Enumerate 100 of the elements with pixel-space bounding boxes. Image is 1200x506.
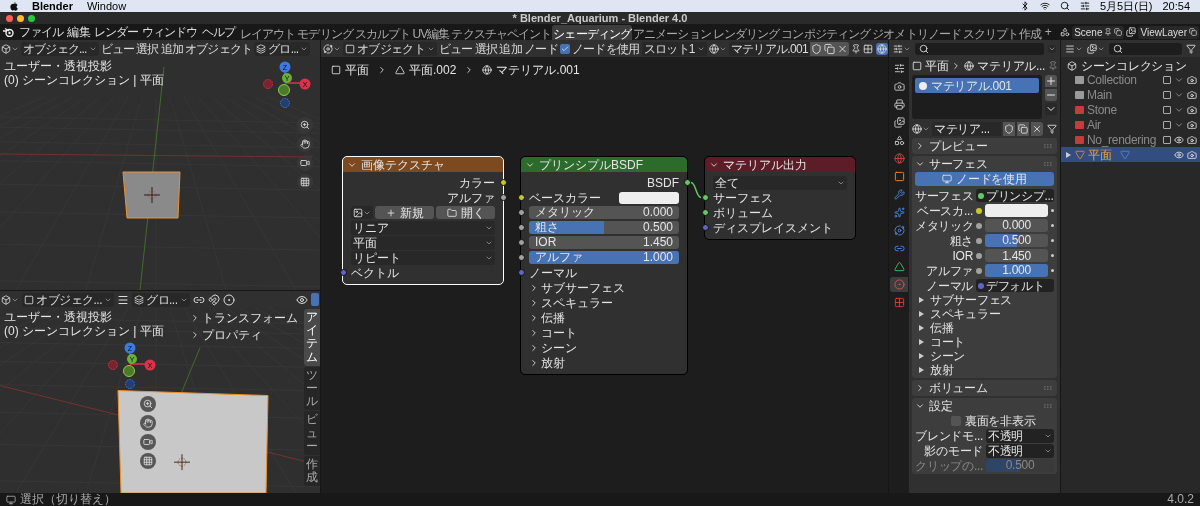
dropdown[interactable]: グロ...: [254, 41, 311, 56]
camera-icon[interactable]: [1187, 134, 1197, 145]
menu-item[interactable]: ウィンドウ: [140, 23, 200, 41]
material-browse-button[interactable]: [912, 123, 930, 134]
number-field[interactable]: IOR 1.450: [529, 236, 679, 249]
dropdown[interactable]: オブジェク...: [22, 292, 114, 307]
use-nodes-checkbox[interactable]: ノードを使用: [559, 39, 640, 58]
negative-z-handle[interactable]: [280, 98, 290, 108]
checkbox[interactable]: [1163, 75, 1171, 84]
proportional-icon[interactable]: [222, 293, 235, 306]
sidebar-tab[interactable]: ビュー: [304, 411, 320, 455]
image-browse-button[interactable]: [351, 206, 373, 219]
menubar-time[interactable]: 20:54: [1162, 0, 1190, 12]
menu-item[interactable]: ノード: [523, 39, 558, 58]
dropdown[interactable]: リニア: [351, 220, 495, 235]
view-layer-field[interactable]: ViewLayer: [1138, 25, 1199, 39]
chevron-down-icon[interactable]: [1045, 103, 1057, 115]
sidebar-toggle[interactable]: [311, 293, 319, 306]
negative-y-handle[interactable]: [278, 84, 290, 96]
dropdown[interactable]: 不透明: [986, 443, 1054, 458]
outliner-row[interactable]: Collection: [1061, 72, 1200, 87]
open-button[interactable]: 開く: [436, 206, 495, 219]
copy-icon[interactable]: [1114, 28, 1123, 36]
sidebar-panel-header[interactable]: トランスフォーム: [190, 310, 302, 325]
pin-icon[interactable]: [1104, 28, 1113, 36]
copy-icon[interactable]: [1017, 121, 1029, 136]
search-icon[interactable]: [1059, 1, 1070, 11]
color-swatch[interactable]: [619, 191, 679, 204]
panel-header[interactable]: 設定: [915, 398, 1054, 413]
menubar-date[interactable]: 5月5日(日): [1099, 0, 1153, 12]
outliner-row[interactable]: Air: [1061, 117, 1200, 132]
menu-item[interactable]: レンダー: [91, 23, 140, 41]
control-center-icon[interactable]: [1079, 1, 1090, 11]
link-field[interactable]: プリンシプ...: [976, 189, 1054, 202]
display-mode-button[interactable]: [1087, 43, 1105, 54]
menu-item[interactable]: オブジェクト: [185, 39, 253, 58]
number-field[interactable]: 1.450: [985, 249, 1048, 262]
dropdown[interactable]: 不透明: [986, 428, 1054, 443]
negative-z-handle[interactable]: [125, 379, 135, 389]
sidebar-tab[interactable]: ツール: [304, 366, 320, 411]
outliner-row[interactable]: Stone: [1061, 102, 1200, 117]
wifi-icon[interactable]: [1039, 1, 1050, 11]
close-icon[interactable]: [1031, 121, 1043, 136]
menu-item[interactable]: ビュー: [100, 39, 135, 58]
value-slider[interactable]: アルファ 1.000: [529, 251, 679, 264]
dropdown[interactable]: グロ...: [132, 292, 190, 307]
editor-type-button[interactable]: [323, 43, 341, 54]
checkbox[interactable]: [1163, 105, 1171, 114]
outliner-item[interactable]: シーンコレクション: [1081, 56, 1187, 75]
sidebar-panel-header[interactable]: プロパティ: [190, 327, 302, 342]
subpanel-toggle[interactable]: サブサーフェス: [915, 293, 1054, 307]
camera-icon[interactable]: [1187, 119, 1197, 130]
new-button[interactable]: 新規: [375, 206, 434, 219]
menu-item[interactable]: ヘルプ: [199, 23, 237, 41]
workspace-tab[interactable]: スカルプト: [353, 24, 412, 40]
workspace-tab[interactable]: アニメーション: [632, 24, 712, 40]
breadcrumb-item[interactable]: 平面: [331, 61, 369, 79]
material-name-field[interactable]: マテリア...: [932, 121, 1001, 136]
workspace-tab[interactable]: モデリング: [296, 24, 354, 40]
eye-icon[interactable]: [1174, 134, 1184, 145]
close-window-button[interactable]: [6, 14, 13, 22]
app-menu[interactable]: Blender: [32, 0, 73, 12]
menu-icon[interactable]: [117, 293, 129, 306]
shader-node[interactable]: マテリアル出力 全て サーフェス ボリューム ディスプレイスメント: [705, 157, 855, 239]
visibility-icon[interactable]: [296, 293, 308, 306]
panel-header[interactable]: サーフェス: [915, 156, 1054, 171]
subpanel-toggle[interactable]: コート: [915, 335, 1054, 349]
workspace-tab[interactable]: テクスチャペイント: [450, 24, 553, 40]
shield-icon[interactable]: [1003, 121, 1015, 136]
workspace-tab[interactable]: ジオメトリノード: [871, 24, 962, 40]
blender-logo-icon[interactable]: [3, 27, 14, 37]
dropdown[interactable]: 平面: [351, 235, 495, 250]
apple-logo-icon[interactable]: [10, 1, 18, 11]
scene-icon[interactable]: [1060, 27, 1071, 37]
menu-item[interactable]: 追加: [160, 39, 184, 58]
filter-icon[interactable]: [1047, 123, 1057, 134]
dropdown[interactable]: オブジェク...: [21, 41, 99, 56]
color-swatch[interactable]: [985, 204, 1048, 217]
eye-icon[interactable]: [1174, 149, 1184, 160]
checkbox[interactable]: [1163, 120, 1171, 129]
outliner-row[interactable]: Main: [1061, 87, 1200, 102]
value-slider[interactable]: 0.000: [985, 219, 1048, 232]
bluetooth-icon[interactable]: [1019, 1, 1030, 11]
material-name-field[interactable]: マテリアル.001: [728, 41, 810, 56]
use-nodes-button[interactable]: ノードを使用: [915, 172, 1054, 186]
remove-slot-icon[interactable]: [1045, 89, 1057, 101]
filter-icon[interactable]: [1186, 43, 1196, 54]
menu-item[interactable]: ビュー: [438, 39, 473, 58]
menu-item[interactable]: ファイル: [17, 23, 66, 41]
menu-item[interactable]: 選択: [474, 39, 498, 58]
breadcrumb-item[interactable]: 平面.002: [395, 61, 457, 79]
minimize-window-button[interactable]: [17, 14, 24, 22]
grid-icon[interactable]: [862, 43, 873, 54]
workspace-tab[interactable]: コンポジティング: [780, 24, 872, 40]
workspace-tab[interactable]: レンダリング: [711, 24, 781, 40]
material-browse-button[interactable]: [708, 43, 727, 54]
magnet-icon[interactable]: [207, 293, 220, 306]
outliner-row[interactable]: No_rendering: [1061, 132, 1200, 147]
dropdown[interactable]: 全て: [713, 175, 847, 190]
sidebar-tab[interactable]: アイテム: [304, 309, 320, 366]
